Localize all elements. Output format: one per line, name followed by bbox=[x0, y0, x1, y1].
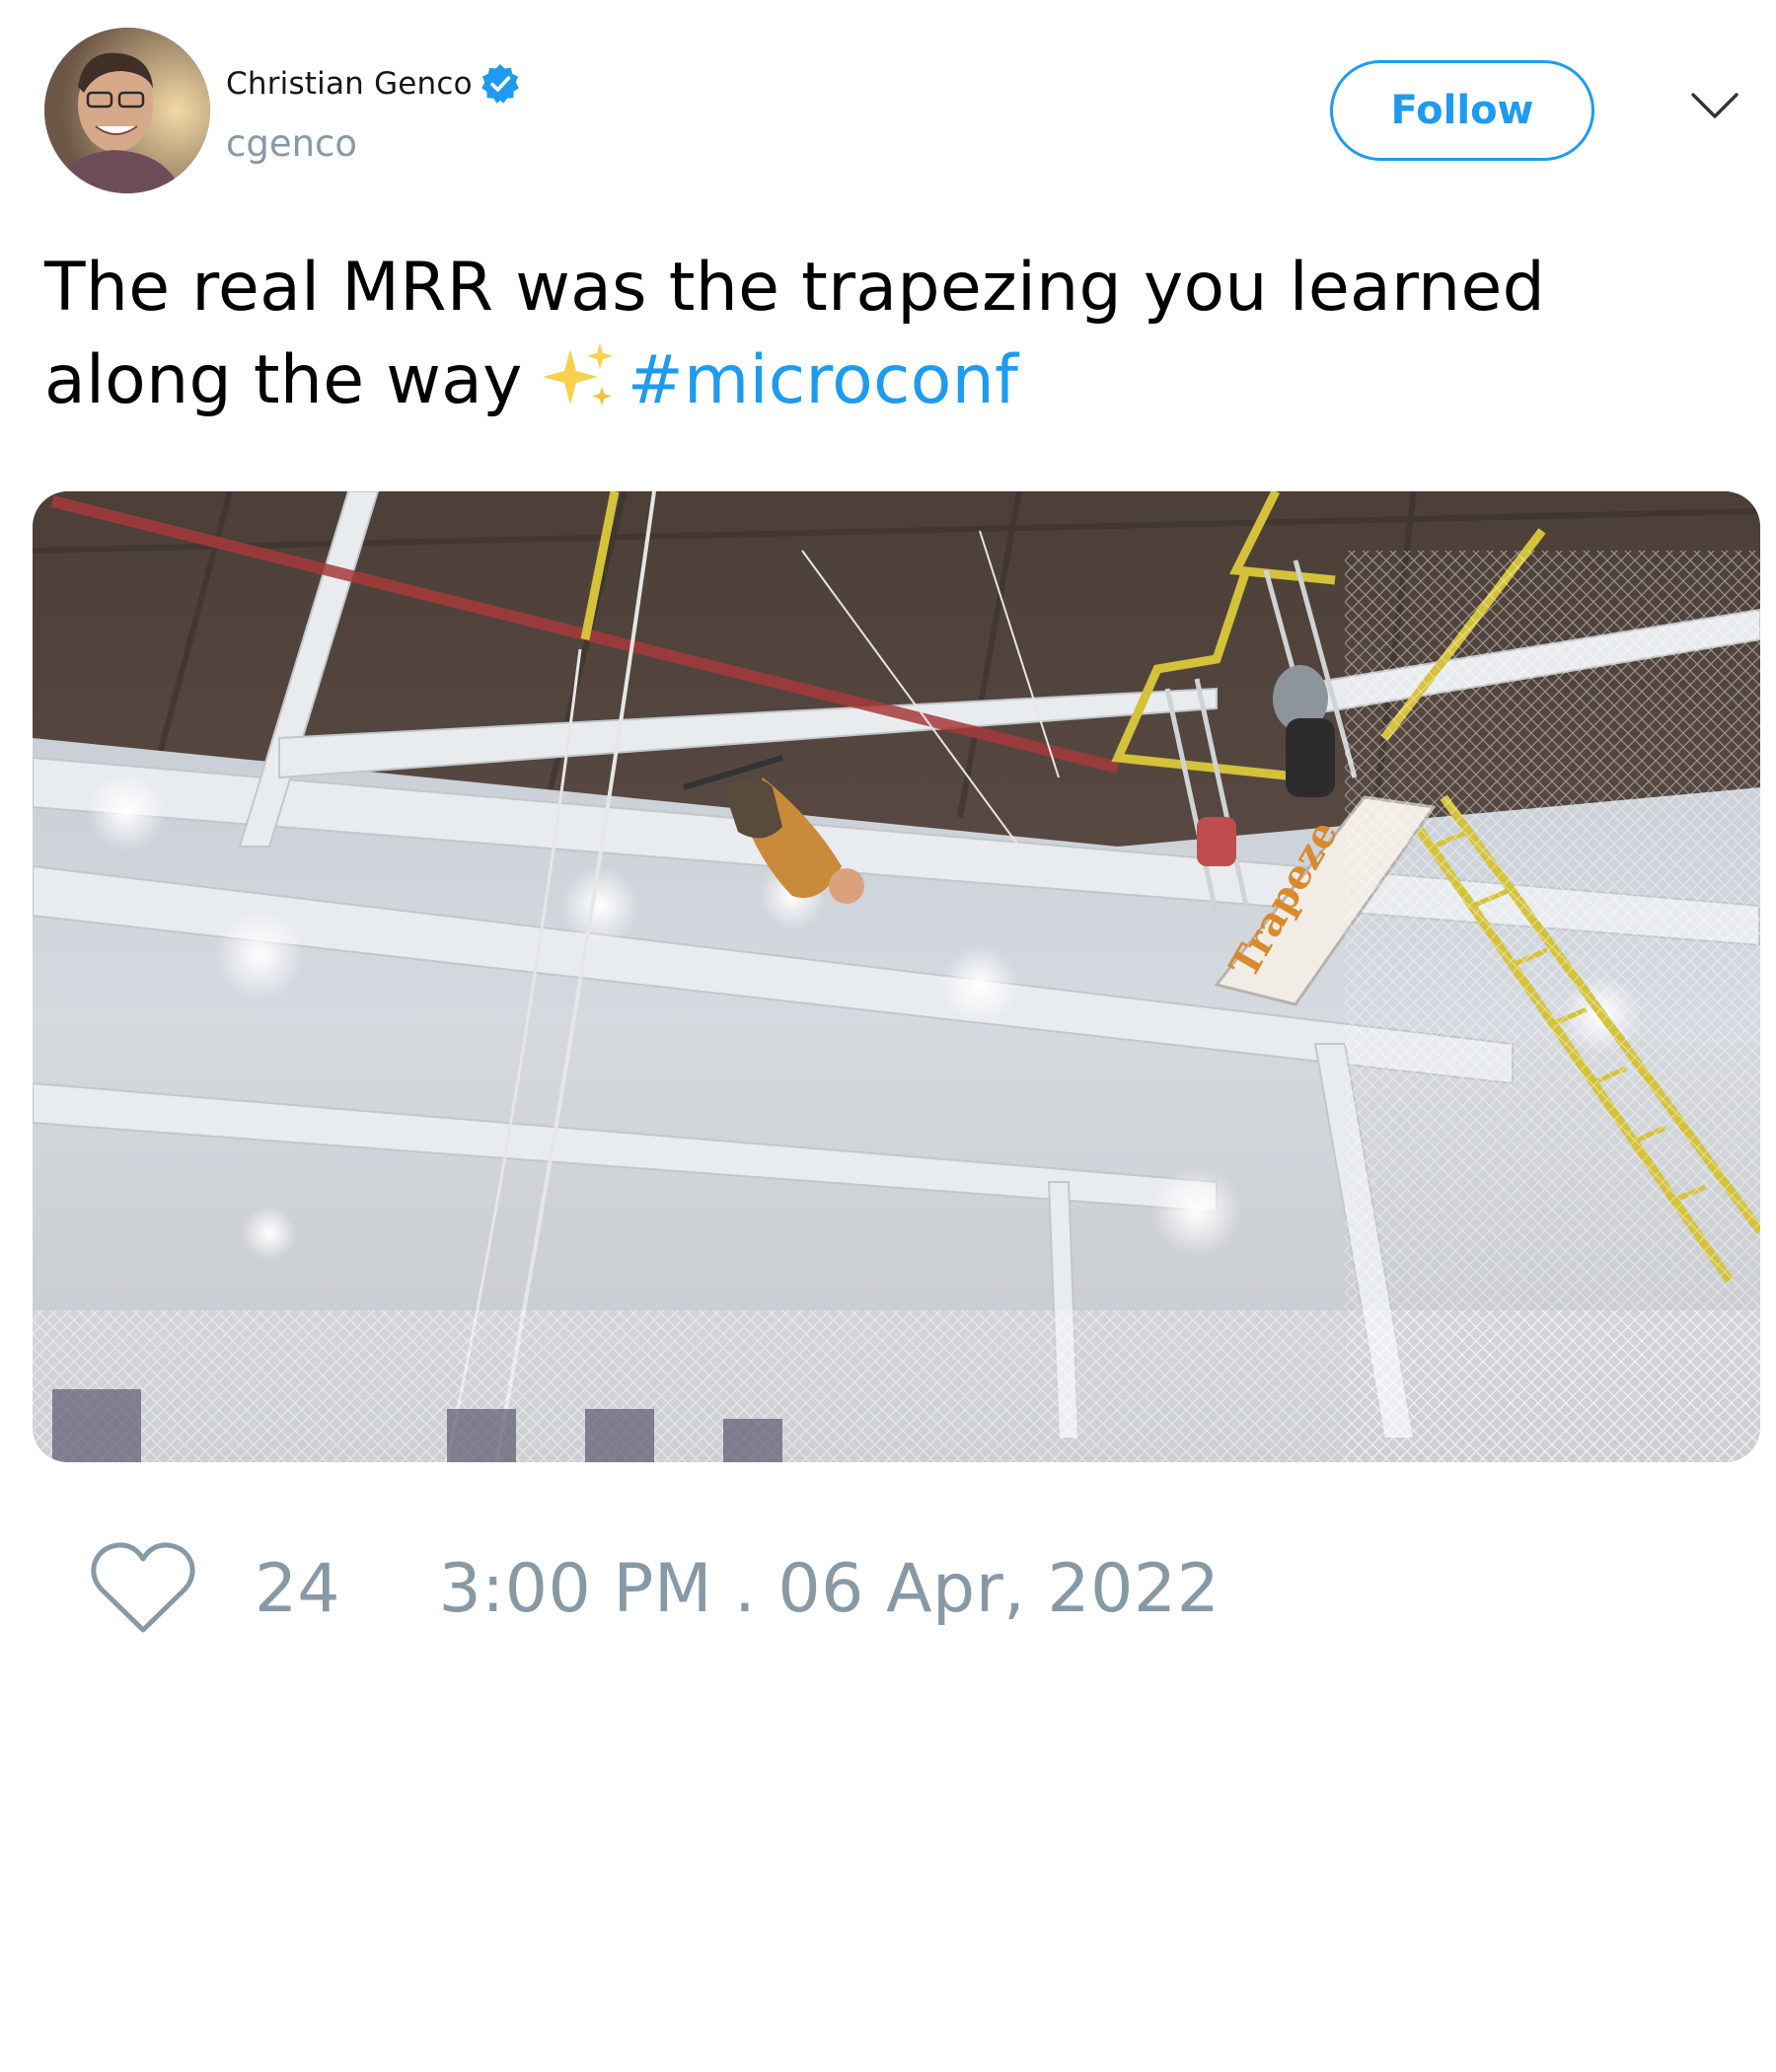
author-block: Christian Genco cgenco bbox=[226, 61, 522, 165]
tweet-media-photo[interactable]: Trapeze bbox=[33, 491, 1760, 1462]
like-count: 24 bbox=[255, 1549, 340, 1628]
follow-button[interactable]: Follow bbox=[1330, 60, 1594, 161]
tweet-card: Christian Genco cgenco Follow The real M… bbox=[0, 0, 1776, 2072]
sparkles-icon bbox=[541, 341, 620, 410]
tweet-text-line-2-text: along the way bbox=[44, 341, 523, 419]
display-name[interactable]: Christian Genco bbox=[226, 66, 473, 102]
tweet-text: The real MRR was the trapezing you learn… bbox=[44, 242, 1702, 427]
chevron-down-icon[interactable] bbox=[1689, 87, 1740, 126]
name-row: Christian Genco bbox=[226, 61, 522, 107]
heart-icon[interactable] bbox=[89, 1539, 197, 1638]
tweet-text-line-1: The real MRR was the trapezing you learn… bbox=[44, 249, 1546, 327]
hashtag-link[interactable]: #microconf bbox=[628, 341, 1019, 419]
tweet-footer: 24 3:00 PM . 06 Apr, 2022 bbox=[89, 1539, 1220, 1638]
avatar[interactable] bbox=[44, 28, 210, 193]
timestamp[interactable]: 3:00 PM . 06 Apr, 2022 bbox=[439, 1550, 1221, 1628]
handle[interactable]: cgenco bbox=[226, 122, 522, 165]
tweet-text-line-2: along the way #microconf bbox=[44, 334, 1702, 427]
verified-badge-icon bbox=[479, 62, 522, 106]
